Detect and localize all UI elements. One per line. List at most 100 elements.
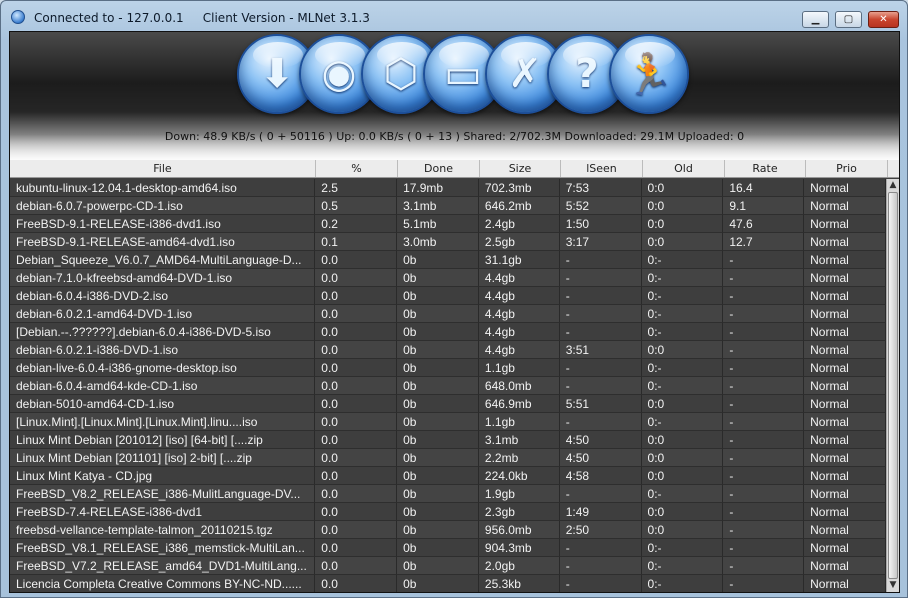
scroll-up-icon[interactable]: ▲ bbox=[887, 179, 899, 191]
scroll-down-icon[interactable]: ▼ bbox=[887, 579, 899, 591]
cell-size: 4.4gb bbox=[478, 341, 560, 359]
cell-done: 0b bbox=[397, 503, 479, 521]
cell-prio: Normal bbox=[804, 305, 886, 323]
cell-file: freebsd-vellance-template-talmon_2011021… bbox=[10, 521, 316, 539]
cell-done: 0b bbox=[397, 251, 479, 269]
cell-prio: Normal bbox=[804, 377, 886, 395]
cell-lseen: 2:50 bbox=[559, 521, 642, 539]
cell-rate: - bbox=[723, 341, 805, 359]
cell-file: debian-6.0.2.1-i386-DVD-1.iso bbox=[10, 341, 316, 359]
cell-percent: 0.0 bbox=[315, 539, 398, 557]
cell-percent: 0.0 bbox=[315, 413, 398, 431]
downloads-icon: ⬇ bbox=[260, 51, 294, 97]
cell-done: 0b bbox=[397, 269, 479, 287]
vertical-scrollbar[interactable]: ▲ ▼ bbox=[886, 179, 899, 592]
cell-done: 0b bbox=[397, 467, 479, 485]
options-icon: ✗ bbox=[508, 51, 542, 97]
cell-rate: - bbox=[723, 557, 805, 575]
table-row[interactable]: [Debian.--.??????].debian-6.0.4-i386-DVD… bbox=[10, 323, 886, 341]
cell-prio: Normal bbox=[804, 557, 886, 575]
cell-prio: Normal bbox=[804, 287, 886, 305]
cell-rate: 12.7 bbox=[723, 233, 805, 251]
table-row[interactable]: kubuntu-linux-12.04.1-desktop-amd64.iso 2… bbox=[10, 179, 886, 197]
table-row[interactable]: FreeBSD-9.1-RELEASE-amd64-dvd1.iso 0.1 3.0… bbox=[10, 233, 886, 251]
table-row[interactable]: Linux Mint Katya - CD.jpg 0.0 0b 224.0kb 4:5… bbox=[10, 467, 886, 485]
cell-old: 0:- bbox=[641, 251, 724, 269]
cell-percent: 0.0 bbox=[315, 269, 398, 287]
table-row[interactable]: FreeBSD-7.4-RELEASE-i386-dvd1 0.0 0b 2.3gb 1… bbox=[10, 503, 886, 521]
table-row[interactable]: FreeBSD_V8.2_RELEASE_i386-MulitLanguage-… bbox=[10, 485, 886, 503]
table-row[interactable]: FreeBSD_V7.2_RELEASE_amd64_DVD1-MultiLan… bbox=[10, 557, 886, 575]
column-header-file[interactable]: File bbox=[10, 160, 316, 177]
table-row[interactable]: debian-live-6.0.4-i386-gnome-desktop.iso… bbox=[10, 359, 886, 377]
cell-file: debian-live-6.0.4-i386-gnome-desktop.iso bbox=[10, 359, 316, 377]
cell-done: 0b bbox=[397, 323, 479, 341]
cell-done: 0b bbox=[397, 287, 479, 305]
table-row[interactable]: Linux Mint Debian [201012] [iso] [64-bit… bbox=[10, 431, 886, 449]
cell-rate: 47.6 bbox=[723, 215, 805, 233]
cell-size: 224.0kb bbox=[478, 467, 560, 485]
column-header-rate[interactable]: Rate bbox=[725, 160, 806, 177]
column-header-done[interactable]: Done bbox=[398, 160, 480, 177]
close-button[interactable]: ✕ bbox=[868, 11, 899, 28]
table-row[interactable]: debian-6.0.2.1-i386-DVD-1.iso 0.0 0b 4.4gb 3… bbox=[10, 341, 886, 359]
cell-prio: Normal bbox=[804, 539, 886, 557]
cell-lseen: 4:58 bbox=[559, 467, 642, 485]
cell-prio: Normal bbox=[804, 179, 886, 197]
cell-rate: - bbox=[723, 539, 805, 557]
title-bar[interactable]: Connected to - 127.0.0.1 Client Version … bbox=[1, 1, 907, 31]
client-area: ⬇ ◉ ⬡ ▭ ✗ ? 🏃 Down: 48.9 KB/s ( 0 + 5011… bbox=[9, 31, 900, 593]
table-row[interactable]: freebsd-vellance-template-talmon_2011021… bbox=[10, 521, 886, 539]
exit-button[interactable]: 🏃 bbox=[609, 34, 689, 114]
cell-size: 702.3mb bbox=[478, 179, 560, 197]
cell-file: Debian_Squeeze_V6.0.7_AMD64-MultiLanguag… bbox=[10, 251, 316, 269]
cell-old: 0:- bbox=[641, 485, 724, 503]
cell-percent: 0.0 bbox=[315, 287, 398, 305]
scrollbar-thumb[interactable] bbox=[888, 192, 898, 579]
cell-lseen: 1:49 bbox=[559, 503, 642, 521]
minimize-button[interactable]: ▁ bbox=[802, 11, 829, 28]
cell-file: debian-7.1.0-kfreebsd-amd64-DVD-1.iso bbox=[10, 269, 316, 287]
table-row[interactable]: debian-6.0.7-powerpc-CD-1.iso 0.5 3.1mb 646… bbox=[10, 197, 886, 215]
cell-rate: - bbox=[723, 575, 805, 592]
table-row[interactable]: FreeBSD_V8.1_RELEASE_i386_memstick-Multi… bbox=[10, 539, 886, 557]
cell-percent: 0.0 bbox=[315, 377, 398, 395]
table-body: kubuntu-linux-12.04.1-desktop-amd64.iso 2… bbox=[10, 179, 886, 592]
table-row[interactable]: Licencia Completa Creative Commons BY-NC… bbox=[10, 575, 886, 592]
maximize-button[interactable]: ▢ bbox=[835, 11, 862, 28]
table-row[interactable]: FreeBSD-9.1-RELEASE-i386-dvd1.iso 0.2 5.1m… bbox=[10, 215, 886, 233]
table-row[interactable]: debian-7.1.0-kfreebsd-amd64-DVD-1.iso 0.0… bbox=[10, 269, 886, 287]
cell-rate: - bbox=[723, 251, 805, 269]
table-row[interactable]: [Linux.Mint].[Linux.Mint].[Linux.Mint].l… bbox=[10, 413, 886, 431]
cell-rate: - bbox=[723, 449, 805, 467]
table-row[interactable]: debian-5010-amd64-CD-1.iso 0.0 0b 646.9mb 5:… bbox=[10, 395, 886, 413]
cell-file: FreeBSD_V7.2_RELEASE_amd64_DVD1-MultiLan… bbox=[10, 557, 316, 575]
main-window: Connected to - 127.0.0.1 Client Version … bbox=[0, 0, 908, 598]
column-header-lseen[interactable]: lSeen bbox=[561, 160, 643, 177]
table-row[interactable]: debian-6.0.2.1-amd64-DVD-1.iso 0.0 0b 4.4gb… bbox=[10, 305, 886, 323]
cell-old: 0:0 bbox=[641, 197, 724, 215]
column-header-size[interactable]: Size bbox=[480, 160, 561, 177]
table-row[interactable]: debian-6.0.4-i386-DVD-2.iso 0.0 0b 4.4gb -0:… bbox=[10, 287, 886, 305]
cell-done: 0b bbox=[397, 341, 479, 359]
cell-lseen: 3:51 bbox=[559, 341, 642, 359]
cell-lseen: - bbox=[559, 305, 642, 323]
cell-size: 31.1gb bbox=[478, 251, 560, 269]
table-row[interactable]: debian-6.0.4-amd64-kde-CD-1.iso 0.0 0b 648.… bbox=[10, 377, 886, 395]
column-header-percent[interactable]: % bbox=[316, 160, 398, 177]
column-header-prio[interactable]: Prio bbox=[806, 160, 888, 177]
cell-done: 0b bbox=[397, 539, 479, 557]
cell-rate: - bbox=[723, 503, 805, 521]
cell-old: 0:0 bbox=[641, 215, 724, 233]
table-row[interactable]: Debian_Squeeze_V6.0.7_AMD64-MultiLanguag… bbox=[10, 251, 886, 269]
cell-percent: 0.0 bbox=[315, 575, 398, 592]
cell-size: 2.4gb bbox=[478, 215, 560, 233]
cell-file: FreeBSD_V8.2_RELEASE_i386-MulitLanguage-… bbox=[10, 485, 316, 503]
cell-rate: - bbox=[723, 269, 805, 287]
column-header-old[interactable]: Old bbox=[643, 160, 725, 177]
cell-percent: 0.0 bbox=[315, 449, 398, 467]
cell-lseen: - bbox=[559, 539, 642, 557]
table-row[interactable]: Linux Mint Debian [201101] [iso] 2-bit] … bbox=[10, 449, 886, 467]
cell-old: 0:- bbox=[641, 323, 724, 341]
cell-file: FreeBSD-9.1-RELEASE-i386-dvd1.iso bbox=[10, 215, 316, 233]
